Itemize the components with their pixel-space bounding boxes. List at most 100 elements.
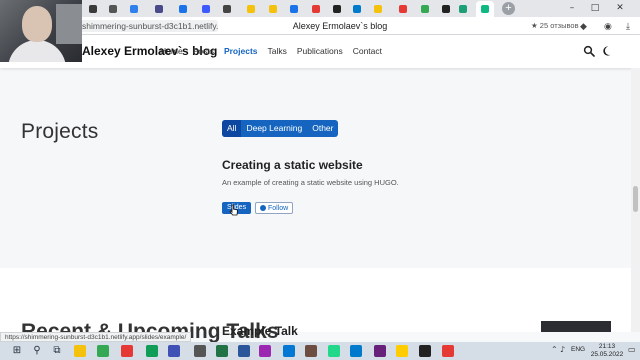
tab-7[interactable] [220, 2, 233, 15]
app-icon-2[interactable] [259, 345, 271, 357]
tab-16[interactable] [418, 2, 431, 15]
visual-studio-icon[interactable] [374, 345, 386, 357]
tab-6[interactable] [199, 2, 212, 15]
tray-chevron-icon[interactable]: ⌃ [551, 345, 558, 354]
vscode-icon[interactable] [350, 345, 362, 357]
protect-icon[interactable]: ◉ [604, 20, 612, 32]
site-navbar: Alexey Ermolaev`s blog Home Posts Projec… [0, 35, 640, 68]
tab-active-favicon-icon [481, 5, 489, 13]
maximize-button[interactable]: □ [585, 0, 605, 17]
filter-all-button[interactable]: All [222, 120, 242, 137]
scrollbar-thumb[interactable] [633, 186, 638, 212]
tab-4[interactable] [152, 2, 165, 15]
tab-14[interactable] [371, 2, 384, 15]
tab-3[interactable] [127, 2, 140, 15]
link-status-bar: https://shimmering-sunburst-d3c1b1.netli… [0, 332, 192, 342]
yandex-icon[interactable] [396, 345, 408, 357]
tab-13[interactable] [350, 2, 363, 15]
tab-13-favicon-icon [353, 5, 361, 13]
close-window-button[interactable]: ✕ [610, 0, 630, 17]
nav-home[interactable]: Home [160, 46, 183, 56]
app-icon-1[interactable] [168, 345, 180, 357]
site-nav-links: Home Posts Projects Talks Publications C… [160, 46, 382, 56]
tab-18-favicon-icon [459, 5, 467, 13]
language-indicator[interactable]: ENG [571, 346, 585, 353]
search-icon[interactable] [583, 45, 595, 57]
nav-publications[interactable]: Publications [297, 46, 343, 56]
hand-cursor-icon [229, 204, 238, 216]
store-icon[interactable] [194, 345, 206, 357]
camera-app-icon[interactable] [442, 345, 454, 357]
talks-section: Recent & Upcoming Talks Example Talk [0, 268, 631, 343]
tab-5[interactable] [176, 2, 189, 15]
word-icon[interactable] [238, 345, 250, 357]
yandex-browser-icon[interactable] [121, 345, 133, 357]
tab-active[interactable] [476, 1, 494, 17]
nav-contact[interactable]: Contact [353, 46, 382, 56]
tab-10[interactable] [287, 2, 300, 15]
tab-18[interactable] [456, 2, 469, 15]
tab-16-favicon-icon [421, 5, 429, 13]
dark-mode-moon-icon[interactable] [602, 45, 614, 57]
system-clock[interactable]: 21:13 25.05.2022 [589, 343, 625, 359]
app-icon-3[interactable] [305, 345, 317, 357]
project-description: An example of creating a static website … [222, 178, 399, 187]
tab-17[interactable] [439, 2, 452, 15]
tab-15[interactable] [396, 2, 409, 15]
webcam-person-head [22, 6, 52, 42]
tab-11[interactable] [309, 2, 322, 15]
tab-17-favicon-icon [442, 5, 450, 13]
tab-2[interactable] [106, 2, 119, 15]
nav-posts[interactable]: Posts [193, 46, 214, 56]
reviews-badge[interactable]: ★ 25 отзывов [531, 20, 579, 32]
file-explorer-icon[interactable] [74, 345, 86, 357]
tab-10-favicon-icon [290, 5, 298, 13]
url-field[interactable]: shimmering-sunburst-d3c1b1.netlify.app [78, 20, 218, 32]
nav-talks[interactable]: Talks [268, 46, 287, 56]
tab-1-favicon-icon [89, 5, 97, 13]
bookmark-icon[interactable]: ◆ [580, 20, 587, 32]
notifications-icon[interactable]: ▭ [628, 345, 636, 354]
filter-deep-learning-button[interactable]: Deep Learning [241, 120, 307, 137]
tab-14-favicon-icon [374, 5, 382, 13]
tab-9-favicon-icon [269, 5, 277, 13]
pycharm-icon[interactable] [328, 345, 340, 357]
clock-time: 21:13 [598, 343, 616, 350]
tab-2-favicon-icon [109, 5, 117, 13]
project-title-link[interactable]: Creating a static website [222, 158, 363, 172]
start-button[interactable]: ⊞ [10, 344, 24, 358]
nav-projects[interactable]: Projects [224, 46, 258, 56]
tab-5-favicon-icon [179, 5, 187, 13]
search-icon[interactable]: ⚲ [30, 344, 44, 358]
clock-date: 25.05.2022 [590, 351, 624, 358]
tab-3-favicon-icon [130, 5, 138, 13]
browser-address-bar: shimmering-sunburst-d3c1b1.netlify.app A… [0, 17, 640, 35]
tab-11-favicon-icon [312, 5, 320, 13]
photos-icon[interactable] [283, 345, 295, 357]
minimize-button[interactable]: – [562, 0, 582, 17]
tab-12[interactable] [330, 2, 343, 15]
talk-title-link[interactable]: Example Talk [222, 324, 298, 338]
filter-other-button[interactable]: Other [307, 120, 338, 137]
tab-1[interactable] [86, 2, 99, 15]
download-icon[interactable]: ⤓ [626, 20, 630, 32]
browser-tab-strip: + – □ ✕ [0, 0, 640, 17]
page-title: Alexey Ermolaev`s blog [292, 21, 388, 31]
chrome-icon[interactable] [97, 345, 109, 357]
follow-label: Follow [268, 205, 289, 212]
tab-15-favicon-icon [399, 5, 407, 13]
task-view-icon[interactable]: ⧉ [50, 344, 64, 358]
tab-8[interactable] [244, 2, 257, 15]
new-tab-button[interactable]: + [502, 2, 515, 15]
edge-icon[interactable] [146, 345, 158, 357]
terminal-icon[interactable] [419, 345, 431, 357]
follow-icon [260, 204, 266, 211]
page-scrollbar[interactable] [631, 68, 640, 332]
tab-9[interactable] [266, 2, 279, 15]
excel-icon[interactable] [216, 345, 228, 357]
volume-icon[interactable]: ♪ [560, 345, 565, 354]
tab-12-favicon-icon [333, 5, 341, 13]
talk-preview-image[interactable] [541, 321, 611, 332]
projects-heading: Projects [21, 120, 99, 143]
follow-button[interactable]: Follow [255, 202, 294, 214]
